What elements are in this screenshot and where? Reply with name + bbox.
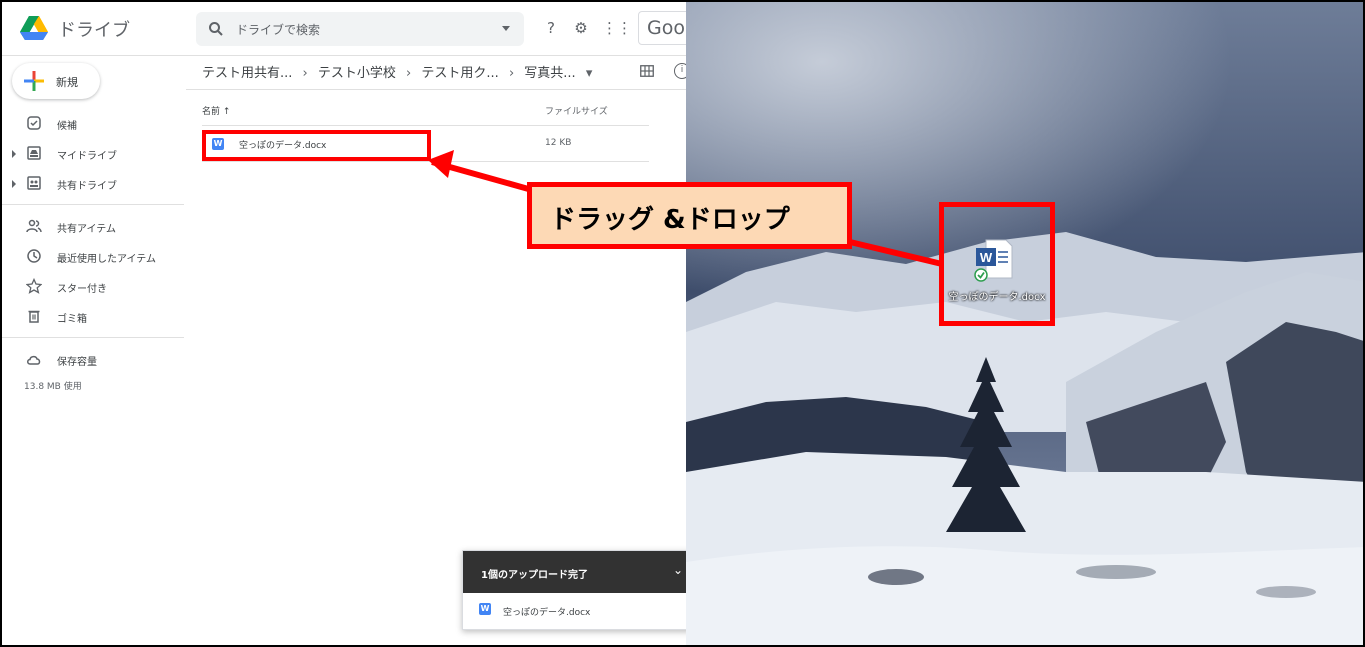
sidebar-item-trash[interactable]: ゴミ箱: [2, 306, 182, 328]
shared-drive-icon: [27, 176, 41, 190]
grid-view-icon[interactable]: [640, 65, 654, 77]
row-divider: [202, 125, 649, 126]
screenshot-frame: ドライブ ドライブで検索 ? ⚙ ⋮⋮ Goog 新規: [0, 0, 1365, 647]
highlight-box-file-row: [202, 130, 431, 161]
header-divider: [186, 89, 686, 90]
sidebar-item-shared-drives[interactable]: 共有ドライブ: [2, 173, 182, 195]
search-icon: [209, 22, 223, 36]
new-button-label: 新規: [56, 76, 78, 89]
apps-grid-icon[interactable]: ⋮⋮: [602, 17, 632, 39]
cloud-icon: [27, 355, 41, 365]
sidebar-item-label: 候補: [57, 121, 77, 132]
sidebar-item-label: 保存容量: [57, 357, 97, 368]
word-file-icon: W: [479, 603, 491, 615]
sidebar-item-label: 最近使用したアイテム: [57, 254, 156, 265]
row-divider: [202, 161, 649, 162]
toast-title: 1個のアップロード完了: [481, 570, 588, 581]
plus-icon: [24, 71, 44, 91]
sidebar-divider: [2, 204, 184, 205]
toast-file-name[interactable]: 空っぽのデータ.docx: [503, 605, 590, 618]
sidebar-item-label: ゴミ箱: [57, 314, 87, 325]
sidebar-item-starred[interactable]: スター付き: [2, 276, 182, 298]
breadcrumb-separator: ›: [406, 66, 412, 81]
people-icon: [26, 219, 42, 233]
expand-arrow-icon[interactable]: [12, 150, 16, 158]
sidebar-item-label: 共有ドライブ: [57, 181, 117, 192]
sidebar-item-my-drive[interactable]: マイドライブ: [2, 143, 182, 165]
breadcrumb-item[interactable]: テスト用ク...: [421, 66, 498, 81]
drive-window: ドライブ ドライブで検索 ? ⚙ ⋮⋮ Goog 新規: [2, 2, 686, 645]
new-button[interactable]: 新規: [12, 63, 100, 99]
sidebar-item-label: 共有アイテム: [57, 224, 116, 235]
sidebar-item-storage[interactable]: 保存容量: [2, 349, 182, 371]
top-bar: ドライブ ドライブで検索 ? ⚙ ⋮⋮ Goog: [2, 2, 686, 56]
sidebar-item-shared-with-me[interactable]: 共有アイテム: [2, 216, 182, 238]
file-size: 12 KB: [545, 138, 572, 148]
sidebar-item-recent[interactable]: 最近使用したアイテム: [2, 246, 182, 268]
expand-arrow-icon[interactable]: [12, 180, 16, 188]
breadcrumb: テスト用共有... › テスト小学校 › テスト用ク... › 写真共... ▾: [202, 62, 598, 81]
app-title: ドライブ: [58, 20, 130, 41]
search-box[interactable]: ドライブで検索: [196, 12, 524, 46]
trash-icon: [28, 310, 40, 323]
my-drive-icon: [27, 146, 41, 160]
clock-icon: [27, 249, 41, 263]
star-icon: [26, 278, 42, 294]
toast-header: 1個のアップロード完了 ⌄: [463, 551, 686, 593]
sidebar-item-label: マイドライブ: [57, 151, 117, 162]
breadcrumb-separator: ›: [508, 66, 515, 81]
callout-text: ドラッグ &ドロップ: [550, 205, 790, 235]
breadcrumb-separator: ›: [302, 66, 308, 81]
chevron-down-icon[interactable]: ⌄: [673, 563, 683, 577]
breadcrumb-item[interactable]: テスト小学校: [318, 66, 396, 81]
drag-drop-callout: ドラッグ &ドロップ: [527, 182, 852, 249]
column-header-size[interactable]: ファイルサイズ: [545, 104, 608, 117]
help-icon[interactable]: ?: [540, 17, 562, 39]
google-account-logo[interactable]: Goog: [638, 11, 686, 45]
search-options-icon[interactable]: [502, 26, 510, 31]
settings-gear-icon[interactable]: ⚙: [570, 17, 592, 39]
breadcrumb-dropdown-icon[interactable]: ▾: [586, 66, 593, 81]
sidebar-item-label: スター付き: [57, 284, 107, 295]
search-input[interactable]: ドライブで検索: [236, 21, 320, 38]
storage-usage-text: 13.8 MB 使用: [24, 382, 82, 392]
highlight-box-desktop-file: [939, 202, 1055, 326]
breadcrumb-item-current[interactable]: 写真共...: [524, 66, 575, 81]
check-circle-icon: [27, 116, 41, 130]
upload-complete-toast: 1個のアップロード完了 ⌄ W 空っぽのデータ.docx: [462, 550, 686, 630]
drive-logo-icon: [20, 16, 48, 40]
info-icon[interactable]: i: [674, 63, 686, 79]
breadcrumb-item[interactable]: テスト用共有...: [202, 66, 292, 81]
column-header-name[interactable]: 名前 ↑: [202, 104, 230, 117]
sidebar-item-suggested[interactable]: 候補: [2, 113, 182, 135]
sidebar-divider: [2, 337, 184, 338]
